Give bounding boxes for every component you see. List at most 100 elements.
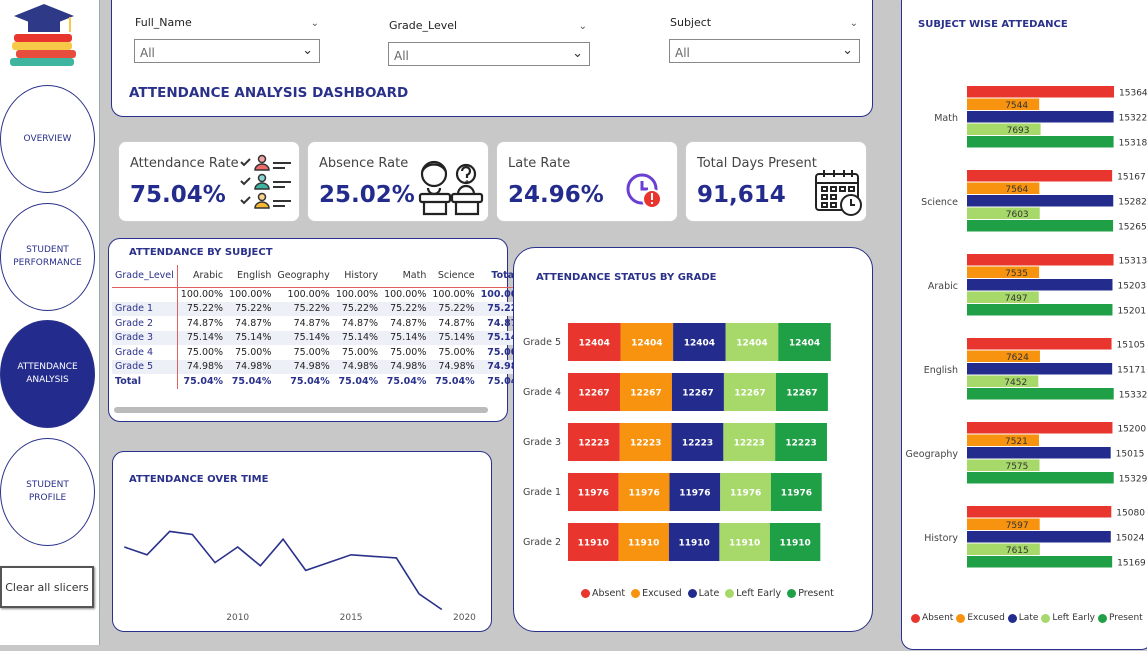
matrix-column-header[interactable]: English — [226, 265, 274, 287]
matrix-cell: 75.00% — [293, 346, 330, 358]
data-label: 15332 — [1119, 391, 1147, 401]
category-label: Arabic — [928, 281, 958, 292]
bar[interactable] — [967, 459, 1040, 472]
bar[interactable] — [967, 279, 1113, 291]
matrix-cell: 100.00% — [180, 289, 224, 300]
data-label: 12267 — [682, 389, 713, 399]
bar[interactable] — [967, 291, 1039, 304]
data-label: 12404 — [789, 339, 820, 349]
legend-item[interactable]: Excused — [956, 613, 1005, 623]
bar[interactable] — [967, 338, 1112, 350]
data-label: 12223 — [578, 439, 609, 449]
data-label: 7535 — [1005, 269, 1028, 279]
legend-item[interactable]: Present — [1097, 613, 1143, 623]
slicer-value: All — [675, 46, 690, 60]
data-label: 12223 — [734, 439, 765, 449]
matrix-column-header[interactable]: Geography — [274, 265, 332, 287]
bar[interactable] — [967, 123, 1041, 136]
bar[interactable] — [967, 182, 1040, 195]
matrix-cell: Grade 3 — [112, 330, 178, 345]
chevron-down-icon[interactable]: ⌄ — [311, 18, 319, 29]
matrix-column-header[interactable]: Math — [381, 265, 429, 287]
matrix-cell: 75.14% — [429, 330, 478, 345]
clear-slicers-button[interactable]: Clear all slicers — [0, 566, 94, 608]
matrix-cell: 74.87% — [235, 317, 272, 329]
bar[interactable] — [967, 220, 1114, 232]
bar[interactable] — [967, 518, 1040, 531]
data-label: 15024 — [1116, 534, 1145, 544]
data-label: 7452 — [1004, 378, 1027, 388]
slicer-grade-level[interactable]: Grade_Level ⌄ All ⌄ — [388, 19, 590, 66]
bar[interactable] — [967, 136, 1114, 148]
legend-item[interactable]: Absent — [911, 613, 953, 623]
slicer-subject[interactable]: Subject ⌄ All ⌄ — [669, 16, 860, 63]
bar[interactable] — [967, 472, 1114, 484]
legend-item[interactable]: Present — [787, 588, 834, 599]
matrix-cell: 75.00% — [341, 346, 379, 358]
kpi-total-days-present: Total Days Present 91,614 — [685, 141, 867, 222]
data-label: 15167 — [1117, 173, 1146, 183]
legend-item[interactable]: Late — [1007, 613, 1038, 623]
matrix-column-header[interactable]: Arabic — [177, 265, 226, 287]
bar[interactable] — [967, 422, 1113, 434]
bar[interactable] — [967, 350, 1040, 363]
bar[interactable] — [967, 304, 1113, 316]
bar[interactable] — [967, 447, 1111, 459]
slicer-full-name[interactable]: Full_Name ⌄ All ⌄ — [134, 16, 320, 63]
legend-dot-icon — [725, 589, 735, 598]
matrix-cell: 74.87% — [186, 317, 224, 329]
bar[interactable] — [967, 207, 1040, 220]
bar[interactable] — [967, 254, 1114, 266]
legend-item[interactable]: Excused — [631, 588, 682, 599]
data-label: 15203 — [1117, 282, 1146, 292]
data-label: 12267 — [630, 389, 661, 399]
matrix-column-header[interactable]: Science — [429, 265, 477, 287]
bar[interactable] — [967, 170, 1113, 182]
legend-item[interactable]: Left Early — [725, 588, 781, 599]
bar[interactable] — [967, 111, 1114, 123]
matrix-cell: 74.87% — [438, 317, 475, 329]
chevron-down-icon: ⌄ — [572, 46, 583, 61]
bar[interactable] — [967, 375, 1039, 388]
bar[interactable] — [967, 195, 1114, 207]
slicer-dropdown[interactable]: All ⌄ — [669, 39, 860, 63]
chevron-down-icon[interactable]: ⌄ — [850, 18, 858, 29]
matrix-cell: 75.00% — [390, 346, 427, 358]
legend-item[interactable]: Absent — [581, 588, 625, 599]
legend-item[interactable]: Late — [687, 588, 719, 599]
bar[interactable] — [967, 98, 1040, 111]
bar[interactable] — [967, 388, 1114, 400]
slicer-dropdown[interactable]: All ⌄ — [388, 42, 590, 66]
bar[interactable] — [967, 556, 1113, 568]
bar[interactable] — [967, 543, 1040, 556]
matrix-cell: 74.98% — [429, 359, 478, 374]
matrix-cell: 75.04% — [435, 375, 475, 387]
nav-student-profile-button[interactable]: STUDENT PROFILE — [0, 438, 95, 546]
legend-label: Present — [1108, 613, 1143, 623]
matrix-cell: 75.04% — [183, 375, 224, 387]
nav-student-performance-button[interactable]: STUDENT PERFORMANCE — [0, 203, 95, 311]
category-label: Math — [934, 113, 958, 124]
data-label: 7624 — [1006, 353, 1029, 363]
matrix-column-header[interactable]: Grade_Level — [112, 265, 178, 287]
legend-item[interactable]: Left Early — [1041, 613, 1095, 623]
category-label: Grade 2 — [523, 537, 561, 548]
bar[interactable] — [967, 531, 1111, 543]
stacked-legend: Absent Excused Late Left Early Present — [581, 588, 834, 599]
nav-attendance-analysis-button[interactable]: ATTENDANCE ANALYSIS — [0, 320, 95, 428]
bar[interactable] — [967, 266, 1040, 279]
slicer-dropdown[interactable]: All ⌄ — [134, 39, 320, 63]
slicer-label: Grade_Level — [389, 19, 458, 32]
data-label: 7521 — [1005, 437, 1028, 447]
bar[interactable] — [967, 86, 1115, 98]
matrix-cell: 75.14% — [177, 330, 227, 345]
horizontal-scrollbar[interactable] — [114, 407, 488, 413]
bar[interactable] — [967, 506, 1112, 518]
graduation-books-icon — [10, 4, 76, 66]
chevron-down-icon[interactable]: ⌄ — [579, 21, 587, 32]
bar[interactable] — [967, 363, 1113, 375]
bar[interactable] — [967, 434, 1039, 447]
nav-overview-button[interactable]: OVERVIEW — [0, 85, 95, 193]
data-label: 15318 — [1119, 139, 1147, 149]
matrix-column-header[interactable]: History — [333, 265, 381, 287]
